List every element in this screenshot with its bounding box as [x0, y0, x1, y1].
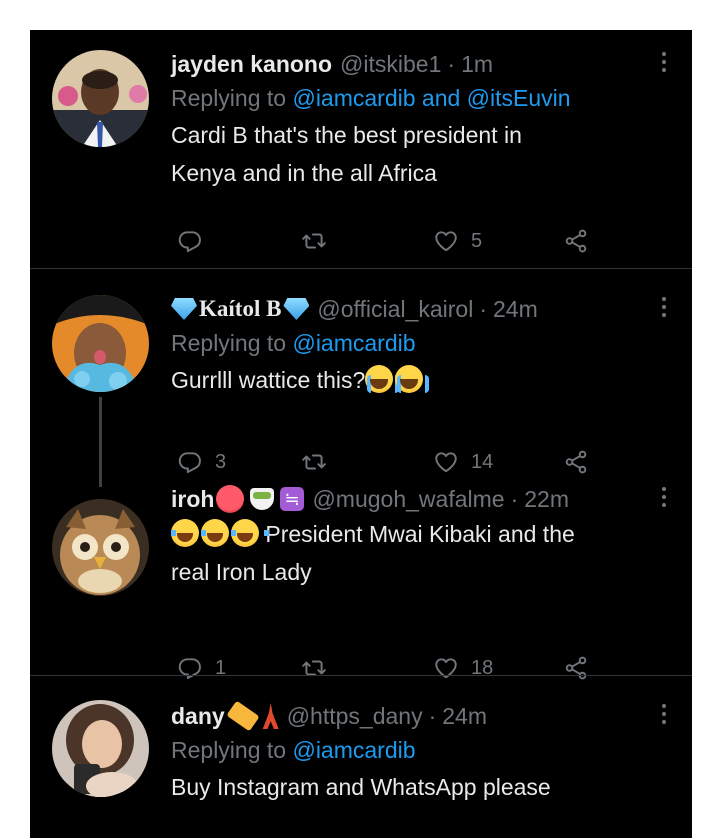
reply-count: 3 [215, 450, 227, 473]
more-icon[interactable] [654, 702, 674, 728]
replying-to-label: Replying to [171, 85, 287, 111]
timestamp[interactable]: 24m [442, 702, 487, 730]
aquarius-icon [280, 487, 305, 511]
more-icon[interactable] [654, 50, 674, 76]
timeline: jayden kanono @itskibe1 · 1m Replying to… [30, 30, 692, 838]
crying-face-icon [395, 365, 430, 393]
reply-button[interactable] [177, 224, 203, 258]
replying-to-label: Replying to [171, 330, 287, 356]
separator: · [510, 486, 519, 512]
like-icon [433, 449, 459, 475]
more-icon[interactable] [654, 295, 674, 321]
tweet[interactable]: iroh @mugoh_wafalme · 22m President Mwai… [30, 477, 692, 705]
share-button[interactable] [563, 224, 589, 258]
angry-face-icon [216, 485, 245, 513]
timestamp[interactable]: 22m [524, 485, 569, 513]
like-count: 14 [471, 450, 494, 473]
tweet-text-line: real Iron Lady [171, 559, 312, 585]
retweet-button[interactable] [301, 224, 327, 258]
user-handle[interactable]: @itskibe1 [340, 50, 441, 78]
tweet[interactable]: dany @https_dany · 24m Replying to @iamc… [30, 676, 692, 838]
avatar[interactable] [52, 700, 149, 797]
tweet-header: iroh @mugoh_wafalme · 22m [171, 483, 664, 515]
tweet[interactable]: Kaítol B @official_kairol · 24m Replying… [30, 269, 692, 487]
timestamp[interactable]: 24m [493, 295, 538, 323]
reply-mention-link[interactable]: @iamcardib [292, 330, 415, 356]
avatar[interactable] [52, 295, 149, 392]
tweet-text-content: President Mwai Kibaki and the [265, 521, 575, 547]
retweet-icon [301, 449, 327, 475]
like-count: 5 [471, 229, 483, 252]
tweet-text-line: Kenya and in the all Africa [171, 160, 437, 186]
user-handle[interactable]: @https_dany [287, 702, 423, 730]
retweet-icon [301, 228, 327, 254]
laughing-face-icon [201, 519, 239, 547]
more-icon[interactable] [654, 485, 674, 511]
display-name[interactable]: jayden kanono [171, 50, 332, 78]
laughing-face-icon [231, 519, 269, 547]
tweet-text: Gurrlll wattice this? [171, 361, 664, 399]
tweet[interactable]: jayden kanono @itskibe1 · 1m Replying to… [30, 30, 692, 268]
replying-to: Replying to @iamcardib and @itsEuvin [171, 80, 664, 116]
thread-line [99, 397, 102, 487]
replying-to-label: Replying to [171, 737, 287, 763]
replying-to: Replying to @iamcardib [171, 325, 664, 361]
display-name[interactable]: iroh [171, 485, 214, 513]
tweet-text: Buy Instagram and WhatsApp please [171, 774, 551, 800]
user-handle[interactable]: @official_kairol [317, 295, 473, 323]
tweet-header: dany @https_dany · 24m [171, 700, 664, 732]
tweet-text: Cardi B that's the best president in Ken… [171, 116, 664, 192]
label-tag-icon [226, 700, 260, 732]
like-button[interactable]: 5 [433, 224, 482, 258]
avatar[interactable] [52, 499, 149, 596]
reply-icon [177, 449, 203, 475]
tea-icon [250, 488, 275, 510]
tweet-text-line: Cardi B that's the best president in [171, 122, 522, 148]
diamond-icon [171, 298, 197, 320]
user-handle[interactable]: @mugoh_wafalme [312, 485, 504, 513]
separator: · [447, 51, 456, 77]
crying-face-icon [365, 365, 400, 393]
reply-icon [177, 228, 203, 254]
display-name[interactable]: Kaítol B [199, 295, 281, 323]
timestamp[interactable]: 1m [461, 50, 493, 78]
tweet-text-content: Gurrlll wattice this? [171, 367, 366, 393]
like-button[interactable]: 14 [433, 445, 493, 479]
tokyo-tower-icon [262, 703, 279, 729]
tweet-actions: 3 14 [171, 445, 664, 479]
tweet-text-line: President Mwai Kibaki and the [171, 515, 664, 553]
diamond-icon [283, 298, 310, 320]
laughing-face-icon [171, 519, 209, 547]
share-icon [563, 449, 589, 475]
replying-to: Replying to @iamcardib [171, 732, 664, 768]
avatar[interactable] [52, 50, 149, 147]
like-icon [433, 228, 459, 254]
tweet-text: President Mwai Kibaki and the real Iron … [171, 515, 664, 591]
tweet-header: Kaítol B @official_kairol · 24m [171, 293, 664, 325]
reply-button[interactable]: 3 [177, 445, 226, 479]
separator: · [479, 296, 487, 322]
retweet-button[interactable] [301, 445, 327, 479]
reply-mention-link[interactable]: @iamcardib [292, 737, 415, 763]
tweet-actions: 5 [171, 224, 664, 258]
share-icon [563, 228, 589, 254]
display-name[interactable]: dany [171, 702, 225, 730]
reply-mention-link[interactable]: @iamcardib and @itsEuvin [292, 85, 570, 111]
separator: · [428, 703, 437, 729]
share-button[interactable] [563, 445, 589, 479]
tweet-header: jayden kanono @itskibe1 · 1m [171, 48, 664, 80]
